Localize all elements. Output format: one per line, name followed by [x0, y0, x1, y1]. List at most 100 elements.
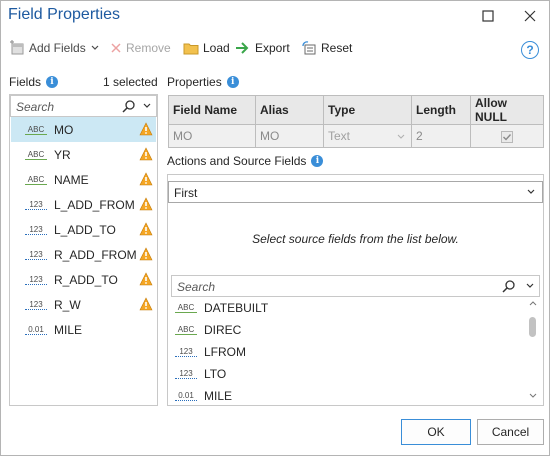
integer-field-icon: 123 — [25, 250, 47, 260]
alias-cell[interactable]: MO — [255, 124, 324, 148]
integer-field-icon: 123 — [175, 347, 197, 357]
remove-icon — [111, 43, 121, 53]
length-cell[interactable]: 2 — [411, 124, 471, 148]
text-field-icon: ABC — [25, 125, 47, 135]
double-field-icon: 0.01 — [25, 325, 47, 335]
field-name: L_ADD_TO — [54, 222, 116, 237]
text-field-icon: ABC — [175, 325, 197, 335]
fields-search-input[interactable]: Search — [10, 95, 157, 117]
remove-label: Remove — [126, 41, 171, 55]
field-name: R_W — [54, 297, 81, 312]
source-field-item[interactable]: 123 LFROM — [172, 341, 522, 363]
field-list-item[interactable]: ABC MO — [11, 117, 156, 142]
scroll-up-icon[interactable] — [529, 300, 537, 306]
column-header-allow-null: Allow NULL — [470, 95, 544, 125]
field-name: MILE — [54, 322, 83, 337]
fields-label: Fields i — [9, 75, 59, 89]
warning-icon — [139, 297, 153, 311]
text-field-icon: ABC — [25, 175, 47, 185]
source-field-name: LTO — [204, 367, 227, 381]
allow-null-cell[interactable] — [470, 124, 544, 148]
dialog-title: Field Properties — [8, 6, 121, 23]
field-list-item[interactable]: ABC NAME — [11, 167, 156, 192]
chevron-down-icon — [527, 189, 535, 194]
export-arrow-icon — [236, 42, 249, 54]
selected-count: 1 selected — [103, 75, 158, 89]
scrollbar-thumb[interactable] — [529, 317, 536, 337]
source-field-item[interactable]: 123 LTO — [172, 363, 522, 385]
source-field-name: DIREC — [204, 323, 242, 337]
type-cell[interactable]: Text — [323, 124, 412, 148]
warning-icon — [139, 122, 153, 136]
field-list-item[interactable]: 123 L_ADD_FROM — [11, 192, 156, 217]
text-field-icon: ABC — [175, 303, 197, 313]
remove-button[interactable]: Remove — [110, 37, 171, 59]
field-properties-dialog: Field Properties Add Fields Remove Load — [0, 0, 550, 456]
search-icon — [122, 100, 135, 113]
ok-button[interactable]: OK — [401, 419, 471, 445]
source-field-item[interactable]: ABC DATEBUILT — [172, 297, 522, 319]
field-name-cell[interactable]: MO — [168, 124, 256, 148]
field-list-item[interactable]: 0.01 MILE — [11, 317, 156, 342]
field-name: MO — [54, 122, 74, 137]
toolbar: Add Fields Remove Load Export Reset — [9, 37, 549, 59]
field-name: L_ADD_FROM — [54, 197, 135, 212]
load-button[interactable]: Load — [183, 37, 230, 59]
checkbox-checked-icon — [501, 130, 513, 143]
close-button[interactable] — [519, 5, 541, 27]
source-search-input[interactable]: Search — [171, 275, 540, 297]
field-list-item[interactable]: ABC YR — [11, 142, 156, 167]
maximize-icon — [482, 10, 494, 22]
chevron-down-icon[interactable] — [142, 101, 152, 111]
field-list-item[interactable]: 123 R_W — [11, 292, 156, 317]
source-fields-hint: Select source fields from the list below… — [252, 232, 459, 246]
source-field-item[interactable]: 0.01 MILE — [172, 385, 522, 407]
field-name: R_ADD_FROM — [54, 247, 137, 262]
actions-label: Actions and Source Fields i — [167, 154, 324, 168]
field-name: R_ADD_TO — [54, 272, 118, 287]
warning-icon — [139, 172, 153, 186]
load-label: Load — [203, 41, 230, 55]
add-fields-button[interactable]: Add Fields — [9, 37, 100, 59]
integer-field-icon: 123 — [25, 200, 47, 210]
source-field-name: DATEBUILT — [204, 301, 269, 315]
cancel-button[interactable]: Cancel — [477, 419, 544, 445]
integer-field-icon: 123 — [25, 225, 47, 235]
field-list-item[interactable]: 123 R_ADD_FROM — [11, 242, 156, 267]
search-icon — [502, 280, 515, 293]
reset-button[interactable]: Reset — [301, 37, 352, 59]
field-list-item[interactable]: 123 R_ADD_TO — [11, 267, 156, 292]
field-name: NAME — [54, 172, 89, 187]
column-header-alias: Alias — [255, 95, 324, 125]
chevron-down-icon — [91, 45, 99, 50]
close-icon — [524, 10, 536, 22]
properties-label: Properties i — [167, 75, 239, 89]
add-fields-label: Add Fields — [29, 41, 86, 55]
info-icon[interactable]: i — [226, 76, 239, 88]
add-fields-icon — [10, 40, 24, 55]
warning-icon — [139, 222, 153, 236]
chevron-down-icon — [397, 134, 405, 139]
warning-icon — [139, 197, 153, 211]
info-icon[interactable]: i — [311, 155, 324, 167]
scrollbar[interactable] — [527, 298, 538, 403]
folder-icon — [183, 43, 199, 55]
double-field-icon: 0.01 — [175, 391, 197, 401]
reset-label: Reset — [321, 41, 353, 55]
warning-icon — [139, 272, 153, 286]
info-icon[interactable]: i — [46, 76, 59, 88]
source-field-item[interactable]: ABC DIREC — [172, 319, 522, 341]
export-button[interactable]: Export — [235, 37, 290, 59]
integer-field-icon: 123 — [25, 300, 47, 310]
warning-icon — [139, 247, 153, 261]
field-list-item[interactable]: 123 L_ADD_TO — [11, 217, 156, 242]
scroll-down-icon[interactable] — [529, 393, 537, 399]
action-select[interactable]: First — [168, 181, 543, 203]
chevron-down-icon[interactable] — [525, 281, 535, 291]
warning-icon — [139, 147, 153, 161]
column-header-field-name: Field Name — [168, 95, 256, 125]
maximize-button[interactable] — [477, 5, 499, 27]
integer-field-icon: 123 — [175, 369, 197, 379]
field-name: YR — [54, 147, 71, 162]
help-icon[interactable]: ? — [521, 41, 539, 59]
